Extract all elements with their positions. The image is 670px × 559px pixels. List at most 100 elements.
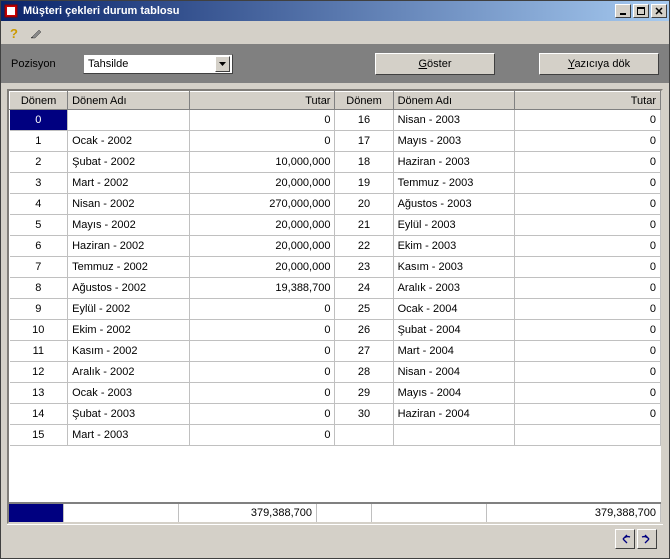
cell[interactable]: 6 <box>10 236 68 257</box>
cell[interactable]: 21 <box>335 215 393 236</box>
cell[interactable]: Haziran - 2004 <box>393 404 515 425</box>
position-dropdown[interactable]: Tahsilde <box>83 54 233 74</box>
maximize-button[interactable] <box>633 4 649 18</box>
col-tutar-1[interactable]: Tutar <box>189 92 335 110</box>
cell[interactable]: Şubat - 2004 <box>393 320 515 341</box>
cell[interactable] <box>393 425 515 446</box>
cell[interactable]: Mart - 2003 <box>68 425 190 446</box>
cell[interactable]: 30 <box>335 404 393 425</box>
cell[interactable]: 10,000,000 <box>189 152 335 173</box>
nav-forward-button[interactable] <box>637 529 657 549</box>
cell[interactable]: 9 <box>10 299 68 320</box>
cell[interactable]: Haziran - 2003 <box>393 152 515 173</box>
cell[interactable]: Nisan - 2002 <box>68 194 190 215</box>
cell[interactable] <box>515 425 661 446</box>
cell[interactable]: 25 <box>335 299 393 320</box>
cell[interactable]: 17 <box>335 131 393 152</box>
cell[interactable]: Temmuz - 2002 <box>68 257 190 278</box>
cell[interactable]: 0 <box>515 257 661 278</box>
col-tutar-2[interactable]: Tutar <box>515 92 661 110</box>
cell[interactable]: Ekim - 2003 <box>393 236 515 257</box>
cell[interactable]: Temmuz - 2003 <box>393 173 515 194</box>
cell[interactable]: 4 <box>10 194 68 215</box>
table-row[interactable]: 2Şubat - 200210,000,00018Haziran - 20030 <box>10 152 661 173</box>
cell[interactable]: Nisan - 2004 <box>393 362 515 383</box>
cell[interactable]: 22 <box>335 236 393 257</box>
table-row[interactable]: 9Eylül - 2002025Ocak - 20040 <box>10 299 661 320</box>
cell[interactable]: 0 <box>189 131 335 152</box>
show-button[interactable]: Göster <box>375 53 495 75</box>
close-button[interactable] <box>651 4 667 18</box>
cell[interactable]: Mart - 2004 <box>393 341 515 362</box>
cell[interactable]: Mayıs - 2002 <box>68 215 190 236</box>
cell[interactable]: 29 <box>335 383 393 404</box>
cell[interactable]: 0 <box>189 425 335 446</box>
cell[interactable]: 0 <box>515 173 661 194</box>
cell[interactable]: Aralık - 2002 <box>68 362 190 383</box>
cell[interactable]: Mayıs - 2004 <box>393 383 515 404</box>
cell[interactable]: Ocak - 2002 <box>68 131 190 152</box>
table-row[interactable]: 8Ağustos - 200219,388,70024Aralık - 2003… <box>10 278 661 299</box>
cell[interactable]: 0 <box>515 236 661 257</box>
cell[interactable]: Nisan - 2003 <box>393 110 515 131</box>
cell[interactable]: 0 <box>189 320 335 341</box>
table-row[interactable]: 12Aralık - 2002028Nisan - 20040 <box>10 362 661 383</box>
cell[interactable]: 14 <box>10 404 68 425</box>
col-donem-2[interactable]: Dönem <box>335 92 393 110</box>
data-grid[interactable]: Dönem Dönem Adı Tutar Dönem Dönem Adı Tu… <box>7 89 663 524</box>
cell[interactable]: 0 <box>515 131 661 152</box>
cell[interactable]: 18 <box>335 152 393 173</box>
cell[interactable]: 16 <box>335 110 393 131</box>
cell[interactable]: 0 <box>515 194 661 215</box>
help-button[interactable]: ? <box>4 23 24 43</box>
cell[interactable]: Mayıs - 2003 <box>393 131 515 152</box>
cell[interactable]: 24 <box>335 278 393 299</box>
table-row[interactable]: 3Mart - 200220,000,00019Temmuz - 20030 <box>10 173 661 194</box>
cell[interactable]: Eylül - 2003 <box>393 215 515 236</box>
table-row[interactable]: 11Kasım - 2002027Mart - 20040 <box>10 341 661 362</box>
cell[interactable]: Şubat - 2002 <box>68 152 190 173</box>
print-button[interactable]: Yazıcıya dök <box>539 53 659 75</box>
cell[interactable]: 2 <box>10 152 68 173</box>
cell[interactable]: 11 <box>10 341 68 362</box>
table-row[interactable]: 14Şubat - 2003030Haziran - 20040 <box>10 404 661 425</box>
cell[interactable]: 0 <box>189 383 335 404</box>
col-donemadi-1[interactable]: Dönem Adı <box>68 92 190 110</box>
cell[interactable]: 0 <box>515 362 661 383</box>
cell[interactable]: 20 <box>335 194 393 215</box>
cell[interactable]: 20,000,000 <box>189 257 335 278</box>
cell[interactable] <box>68 110 190 131</box>
cell[interactable]: 26 <box>335 320 393 341</box>
cell[interactable]: Mart - 2002 <box>68 173 190 194</box>
cell[interactable]: 20,000,000 <box>189 173 335 194</box>
cell[interactable]: 27 <box>335 341 393 362</box>
cell[interactable]: 12 <box>10 362 68 383</box>
table-row[interactable]: 13Ocak - 2003029Mayıs - 20040 <box>10 383 661 404</box>
table-row[interactable]: 6Haziran - 200220,000,00022Ekim - 20030 <box>10 236 661 257</box>
cell[interactable]: Şubat - 2003 <box>68 404 190 425</box>
cell[interactable]: 0 <box>515 404 661 425</box>
cell[interactable]: Aralık - 2003 <box>393 278 515 299</box>
col-donem-1[interactable]: Dönem <box>10 92 68 110</box>
cell[interactable]: Ağustos - 2003 <box>393 194 515 215</box>
cell[interactable]: Eylül - 2002 <box>68 299 190 320</box>
cell[interactable]: 0 <box>515 152 661 173</box>
cell[interactable]: 19,388,700 <box>189 278 335 299</box>
table-row[interactable]: 15Mart - 20030 <box>10 425 661 446</box>
cell[interactable]: 0 <box>515 299 661 320</box>
cell[interactable]: Ağustos - 2002 <box>68 278 190 299</box>
cell[interactable]: 8 <box>10 278 68 299</box>
minimize-button[interactable] <box>615 4 631 18</box>
cell[interactable]: 3 <box>10 173 68 194</box>
cell[interactable]: 20,000,000 <box>189 215 335 236</box>
nav-back-button[interactable] <box>615 529 635 549</box>
table-row[interactable]: 0016Nisan - 20030 <box>10 110 661 131</box>
cell[interactable]: 0 <box>189 404 335 425</box>
cell[interactable]: 15 <box>10 425 68 446</box>
cell[interactable]: 0 <box>515 341 661 362</box>
cell[interactable]: 0 <box>515 278 661 299</box>
cell[interactable]: 0 <box>515 215 661 236</box>
cell[interactable]: 7 <box>10 257 68 278</box>
cell[interactable]: 10 <box>10 320 68 341</box>
cell[interactable]: 19 <box>335 173 393 194</box>
